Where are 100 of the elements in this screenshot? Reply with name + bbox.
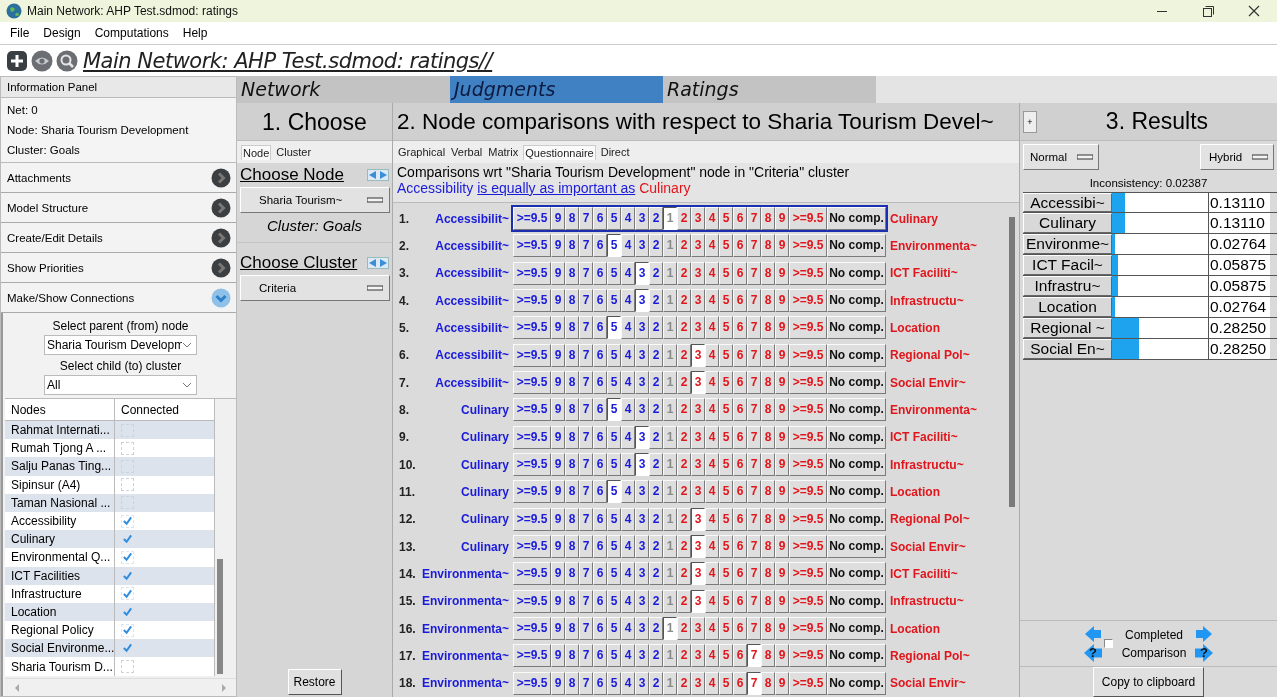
scale-button[interactable]: 7 bbox=[579, 398, 593, 422]
scale-button[interactable]: 3 bbox=[635, 316, 649, 340]
scale-button[interactable]: No comp. bbox=[827, 589, 886, 613]
tab[interactable]: Network bbox=[237, 76, 450, 103]
scale-button[interactable]: 8 bbox=[761, 261, 775, 285]
scale-button[interactable]: 8 bbox=[761, 234, 775, 258]
scale-button[interactable]: No comp. bbox=[827, 507, 886, 531]
scale-button[interactable]: 4 bbox=[705, 671, 719, 695]
scale-button[interactable]: 7 bbox=[747, 589, 761, 613]
scale-button[interactable]: 9 bbox=[551, 343, 565, 367]
scale-button[interactable]: >=9.5 bbox=[789, 289, 827, 313]
network-title-link[interactable]: Main Network: AHP Test.sdmod: ratings// bbox=[83, 48, 493, 73]
scale-button[interactable]: No comp. bbox=[827, 343, 886, 367]
scale-button[interactable]: No comp. bbox=[827, 398, 886, 422]
scale-button[interactable]: 9 bbox=[551, 261, 565, 285]
scale-button[interactable]: 2 bbox=[649, 671, 663, 695]
chevron-right-icon[interactable] bbox=[211, 167, 231, 188]
scale-button[interactable]: 5 bbox=[607, 371, 621, 395]
scroll-left-icon[interactable] bbox=[13, 682, 21, 693]
scale-button[interactable]: 8 bbox=[761, 535, 775, 559]
scale-button[interactable]: 6 bbox=[733, 261, 747, 285]
scale-button[interactable]: 8 bbox=[565, 535, 579, 559]
scale-button[interactable]: >=9.5 bbox=[789, 562, 827, 586]
scale-button[interactable]: 6 bbox=[593, 398, 607, 422]
arrow-right-icon[interactable] bbox=[1195, 625, 1213, 643]
scale-button[interactable]: 3 bbox=[691, 261, 705, 285]
menu-item[interactable]: Design bbox=[41, 26, 83, 40]
scale-button[interactable]: 7 bbox=[747, 398, 761, 422]
scale-button[interactable]: 3 bbox=[635, 261, 649, 285]
scale-button[interactable]: 6 bbox=[733, 644, 747, 668]
scale-button[interactable]: 3 bbox=[635, 644, 649, 668]
scale-button[interactable]: 4 bbox=[621, 562, 635, 586]
scale-button[interactable]: 3 bbox=[635, 617, 649, 641]
scale-button[interactable]: 3 bbox=[691, 316, 705, 340]
scale-button[interactable]: 3 bbox=[635, 671, 649, 695]
scale-button[interactable]: 9 bbox=[775, 234, 789, 258]
help-arrow-right-icon[interactable]: ? bbox=[1195, 644, 1213, 662]
scale-button[interactable]: 7 bbox=[747, 316, 761, 340]
scale-button[interactable]: 4 bbox=[705, 234, 719, 258]
scale-button[interactable]: 4 bbox=[621, 617, 635, 641]
scale-button[interactable]: 7 bbox=[579, 316, 593, 340]
scale-button[interactable]: 2 bbox=[677, 562, 691, 586]
scale-button[interactable]: 3 bbox=[691, 371, 705, 395]
expand-button[interactable]: + bbox=[1023, 110, 1037, 133]
scale-button[interactable]: 6 bbox=[733, 480, 747, 504]
scale-button[interactable]: 4 bbox=[705, 617, 719, 641]
scale-button[interactable]: 7 bbox=[579, 343, 593, 367]
child-cluster-dropdown[interactable]: All bbox=[44, 375, 197, 395]
scale-button[interactable]: 9 bbox=[775, 535, 789, 559]
scale-button[interactable]: 6 bbox=[593, 261, 607, 285]
scale-button[interactable]: 5 bbox=[607, 480, 621, 504]
scale-button[interactable]: 2 bbox=[649, 371, 663, 395]
scale-button[interactable]: 9 bbox=[551, 562, 565, 586]
scale-button[interactable]: 8 bbox=[761, 589, 775, 613]
tab[interactable]: Node bbox=[241, 144, 272, 160]
menu-item[interactable]: Help bbox=[180, 26, 210, 40]
scale-button[interactable]: 8 bbox=[761, 289, 775, 313]
scale-button[interactable]: 5 bbox=[719, 480, 733, 504]
scale-button[interactable]: 7 bbox=[579, 589, 593, 613]
scale-button[interactable]: 2 bbox=[649, 589, 663, 613]
scale-button[interactable]: 5 bbox=[607, 562, 621, 586]
scale-button[interactable]: 3 bbox=[691, 562, 705, 586]
tab[interactable]: Matrix bbox=[487, 145, 520, 159]
scale-button[interactable]: 9 bbox=[775, 343, 789, 367]
mode-dropdown[interactable]: Normal bbox=[1023, 144, 1099, 170]
tab[interactable]: Graphical bbox=[397, 145, 447, 159]
scale-button[interactable]: 9 bbox=[775, 562, 789, 586]
scale-button[interactable]: 5 bbox=[607, 671, 621, 695]
scale-button[interactable]: 7 bbox=[579, 507, 593, 531]
scale-button[interactable]: 6 bbox=[593, 234, 607, 258]
scale-button[interactable]: 9 bbox=[551, 617, 565, 641]
scale-button[interactable]: 5 bbox=[719, 507, 733, 531]
scale-button[interactable]: 6 bbox=[593, 316, 607, 340]
scale-button[interactable]: 9 bbox=[775, 289, 789, 313]
scale-button[interactable]: 4 bbox=[705, 289, 719, 313]
scale-button[interactable]: 8 bbox=[761, 480, 775, 504]
scale-button[interactable]: 7 bbox=[747, 617, 761, 641]
scale-button[interactable]: 8 bbox=[565, 617, 579, 641]
scale-button[interactable]: 3 bbox=[635, 480, 649, 504]
scale-button[interactable]: 6 bbox=[733, 343, 747, 367]
scale-button[interactable]: 6 bbox=[733, 453, 747, 477]
scale-button[interactable]: 8 bbox=[565, 289, 579, 313]
scale-button[interactable]: 5 bbox=[607, 207, 621, 231]
scale-button[interactable]: 7 bbox=[747, 207, 761, 231]
scale-button[interactable]: >=9.5 bbox=[513, 316, 551, 340]
scale-button[interactable]: 4 bbox=[705, 207, 719, 231]
scale-button[interactable]: 8 bbox=[565, 507, 579, 531]
scale-button[interactable]: 2 bbox=[649, 425, 663, 449]
scale-button[interactable]: 5 bbox=[719, 453, 733, 477]
scale-button[interactable]: No comp. bbox=[827, 644, 886, 668]
scale-button[interactable]: >=9.5 bbox=[513, 425, 551, 449]
scale-button[interactable]: 7 bbox=[747, 535, 761, 559]
scale-button[interactable]: 5 bbox=[719, 289, 733, 313]
scale-button[interactable]: 4 bbox=[705, 261, 719, 285]
scale-button[interactable]: 8 bbox=[565, 316, 579, 340]
scale-button[interactable]: 5 bbox=[607, 425, 621, 449]
scale-button[interactable]: 3 bbox=[635, 371, 649, 395]
scale-button[interactable]: 5 bbox=[607, 289, 621, 313]
scale-button[interactable]: 7 bbox=[747, 261, 761, 285]
scale-button[interactable]: 2 bbox=[677, 507, 691, 531]
